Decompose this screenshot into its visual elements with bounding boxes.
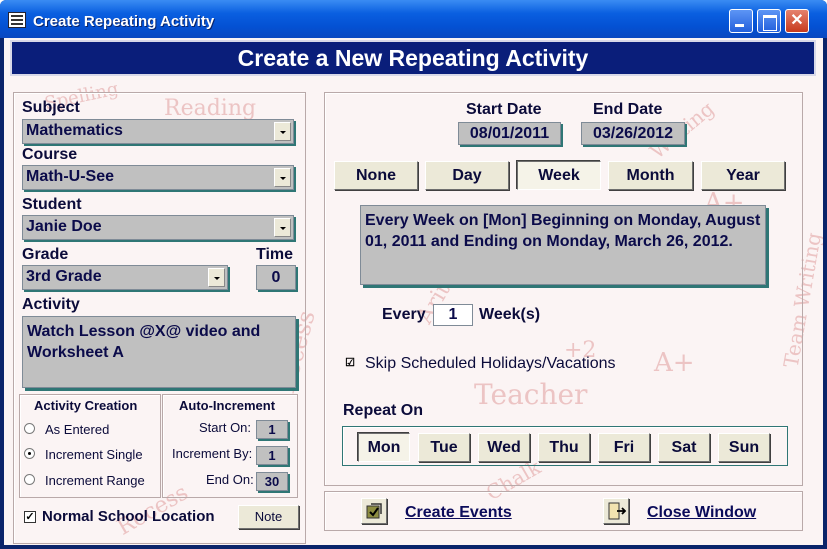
- day-wed[interactable]: Wed: [478, 433, 530, 462]
- start-on-label: Start On:: [199, 420, 252, 435]
- chevron-down-icon[interactable]: [274, 218, 291, 237]
- close-window-button[interactable]: Close Window: [647, 504, 756, 522]
- radio-as-entered-label: As Entered: [45, 422, 110, 437]
- activity-label: Activity: [22, 296, 80, 313]
- tab-week[interactable]: Week: [517, 161, 601, 190]
- subject-label: Subject: [22, 99, 80, 116]
- student-label: Student: [22, 196, 82, 213]
- grade-value: 3rd Grade: [26, 268, 102, 285]
- every-label: Every: [382, 306, 426, 323]
- day-tue[interactable]: Tue: [418, 433, 470, 462]
- subject-value: Mathematics: [26, 122, 123, 139]
- auto-increment-title: Auto-Increment: [179, 398, 276, 413]
- tab-day[interactable]: Day: [425, 161, 509, 190]
- create-events-icon[interactable]: [361, 498, 387, 524]
- grade-combo[interactable]: 3rd Grade: [22, 265, 228, 290]
- grade-label: Grade: [22, 246, 69, 263]
- normal-school-checkbox[interactable]: ✓: [24, 511, 36, 523]
- app-window: Create Repeating Activity ✕ Reading Spel…: [0, 0, 827, 549]
- increment-by-input[interactable]: 1: [256, 446, 288, 465]
- end-date-label: End Date: [593, 101, 663, 118]
- chevron-down-icon[interactable]: [208, 268, 225, 287]
- radio-increment-range[interactable]: [24, 474, 35, 485]
- skip-holidays-checkbox[interactable]: ☑: [344, 358, 356, 370]
- chevron-down-icon[interactable]: [274, 168, 291, 187]
- start-on-input[interactable]: 1: [256, 420, 288, 439]
- close-button[interactable]: ✕: [785, 9, 809, 33]
- increment-by-label: Increment By:: [172, 446, 253, 461]
- course-combo[interactable]: Math-U-See: [22, 165, 294, 190]
- tab-month[interactable]: Month: [608, 161, 693, 190]
- minimize-button[interactable]: [729, 9, 753, 33]
- create-events-label: Create Events: [405, 504, 512, 521]
- student-value: Janie Doe: [26, 218, 102, 235]
- window-title: Create Repeating Activity: [33, 13, 215, 30]
- header-banner: Create a New Repeating Activity: [10, 40, 816, 76]
- activity-textbox[interactable]: Watch Lesson @X@ video and Worksheet A: [22, 316, 296, 388]
- schedule-summary: Every Week on [Mon] Beginning on Monday,…: [360, 205, 766, 285]
- close-window-label: Close Window: [647, 504, 757, 521]
- page-title: Create a New Repeating Activity: [237, 45, 589, 71]
- day-sun[interactable]: Sun: [718, 433, 770, 462]
- activity-creation-title: Activity Creation: [34, 398, 138, 413]
- skip-holidays-label: Skip Scheduled Holidays/Vacations: [365, 355, 616, 372]
- end-date-input[interactable]: 03/26/2012: [581, 122, 685, 145]
- every-interval-input[interactable]: 1: [433, 304, 473, 326]
- every-unit-label: Week(s): [479, 306, 541, 323]
- student-combo[interactable]: Janie Doe: [22, 215, 294, 240]
- day-thu[interactable]: Thu: [538, 433, 590, 462]
- chevron-down-icon[interactable]: [274, 122, 291, 141]
- tab-none[interactable]: None: [334, 161, 418, 190]
- radio-increment-single-label: Increment Single: [45, 447, 143, 462]
- start-date-input[interactable]: 08/01/2011: [458, 122, 561, 145]
- day-sat[interactable]: Sat: [658, 433, 710, 462]
- subject-combo[interactable]: Mathematics: [22, 119, 294, 144]
- maximize-button[interactable]: [757, 9, 781, 33]
- form-body: Reading Spelling Writing A+ A+ Teacher A…: [4, 38, 823, 545]
- course-label: Course: [22, 146, 78, 163]
- radio-as-entered[interactable]: [24, 423, 35, 434]
- note-button[interactable]: Note: [238, 505, 299, 529]
- radio-increment-range-label: Increment Range: [45, 473, 145, 488]
- normal-school-label: Normal School Location: [42, 508, 215, 525]
- day-mon[interactable]: Mon: [358, 433, 410, 462]
- end-on-input[interactable]: 30: [256, 472, 288, 491]
- start-date-label: Start Date: [466, 101, 542, 118]
- repeat-on-label: Repeat On: [343, 402, 424, 419]
- course-value: Math-U-See: [26, 168, 115, 185]
- create-events-button[interactable]: Create Events: [405, 504, 512, 522]
- title-bar[interactable]: Create Repeating Activity ✕: [0, 0, 827, 38]
- end-on-label: End On:: [206, 472, 254, 487]
- time-input[interactable]: 0: [256, 265, 296, 290]
- radio-increment-single[interactable]: [24, 448, 35, 459]
- time-label: Time: [256, 246, 294, 263]
- day-fri[interactable]: Fri: [598, 433, 650, 462]
- exit-door-icon[interactable]: [603, 498, 629, 524]
- app-form-icon: [8, 12, 26, 28]
- tab-year[interactable]: Year: [701, 161, 785, 190]
